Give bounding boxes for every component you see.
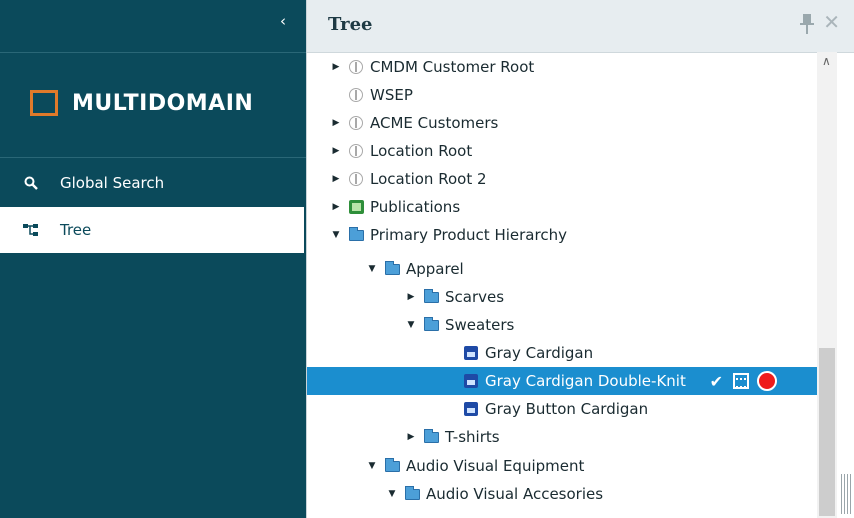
collapse-icon[interactable]: ▼ (329, 228, 343, 242)
expand-icon[interactable]: ▶ (404, 290, 418, 304)
tree-row-label: WSEP (370, 86, 413, 104)
folder-icon (423, 428, 439, 445)
tree-row[interactable]: ▼ Sweaters (307, 311, 817, 339)
grid-icon[interactable] (733, 373, 749, 389)
tree-row[interactable]: ▼ Primary Product Hierarchy (307, 221, 817, 249)
tree-row[interactable]: ▶ CMDM Customer Root (307, 53, 817, 81)
sidebar: ‹ MULTIDOMAIN Global Search Tree (0, 0, 306, 518)
scroll-thumb[interactable] (819, 348, 835, 516)
tree-row[interactable]: ▶ T-shirts (307, 423, 817, 451)
cube-icon (348, 87, 364, 103)
row-actions: ✔ (710, 371, 777, 391)
cube-icon (348, 143, 364, 159)
search-icon (22, 176, 40, 190)
tree-row-label: Publications (370, 198, 461, 216)
product-icon (463, 373, 479, 389)
tree-row-label: Audio Visual Accesories (426, 485, 604, 503)
sidebar-divider (0, 52, 306, 53)
resize-handle-icon[interactable] (841, 474, 851, 514)
folder-icon (404, 485, 420, 502)
tree-row-label: Primary Product Hierarchy (370, 226, 567, 244)
tree-row[interactable]: WSEP (307, 81, 817, 109)
nav-item-tree[interactable]: Tree (0, 207, 304, 253)
tree-row-label: Audio Visual Equipment (406, 457, 585, 475)
tree-row-label: Gray Cardigan (485, 344, 594, 362)
check-icon[interactable]: ✔ (710, 372, 723, 391)
folder-icon (423, 288, 439, 305)
scroll-up-icon[interactable]: ∧ (822, 54, 831, 68)
tree-row-label: Gray Button Cardigan (485, 400, 649, 418)
folder-icon (348, 226, 364, 243)
tree-row-label: Gray Cardigan Double-Knit (485, 372, 686, 390)
tree-row[interactable]: ▶ Location Root 2 (307, 165, 817, 193)
expand-icon[interactable]: ▶ (329, 116, 343, 130)
nav-label: Tree (60, 221, 92, 239)
tree-row[interactable]: ▶ Location Root (307, 137, 817, 165)
close-icon[interactable]: ✕ (823, 10, 840, 34)
tree-row-label: ACME Customers (370, 114, 499, 132)
publication-icon (348, 199, 364, 215)
tree-panel: Tree ✕ ▶ CMDM Customer Root WSEP ▶ ACME Cust… (306, 0, 854, 518)
nav-item-global-search[interactable]: Global Search (0, 160, 304, 206)
tree-row-label: Location Root (370, 142, 473, 160)
product-icon (463, 401, 479, 417)
sidebar-divider (0, 157, 306, 158)
brand-name: MULTIDOMAIN (72, 90, 254, 116)
chevron-left-icon[interactable]: ‹ (280, 12, 286, 30)
tree-row-label: CMDM Customer Root (370, 58, 535, 76)
tree-row-label: T-shirts (445, 428, 500, 446)
tree-row[interactable]: Gray Cardigan (307, 339, 817, 367)
nav-label: Global Search (60, 174, 165, 192)
tree-row[interactable]: Gray Button Cardigan (307, 395, 817, 423)
cube-icon (348, 59, 364, 75)
collapse-icon[interactable]: ▼ (365, 459, 379, 473)
tree-row[interactable]: ▶ Scarves (307, 283, 817, 311)
folder-icon (384, 457, 400, 474)
expand-icon[interactable]: ▶ (329, 144, 343, 158)
collapse-icon[interactable]: ▼ (385, 487, 399, 501)
tree-row[interactable]: ▼ Audio Visual Accesories (307, 480, 817, 508)
expand-icon[interactable]: ▶ (329, 60, 343, 74)
collapse-icon[interactable]: ▼ (404, 318, 418, 332)
collapse-icon[interactable]: ▼ (365, 262, 379, 276)
cube-icon (348, 115, 364, 131)
tree-row[interactable]: ▶ Publications (307, 193, 817, 221)
logo-mark-icon (30, 90, 58, 116)
expand-icon[interactable]: ▶ (329, 200, 343, 214)
logo: MULTIDOMAIN (30, 90, 253, 116)
cube-icon (348, 171, 364, 187)
panel-title: Tree (328, 14, 373, 35)
expand-icon[interactable]: ▶ (329, 172, 343, 186)
panel-header: Tree ✕ (307, 0, 854, 53)
folder-icon (423, 316, 439, 333)
status-dot-icon (757, 371, 777, 391)
tree-row-label: Location Root 2 (370, 170, 487, 188)
tree-row-label: Scarves (445, 288, 505, 306)
tree-row[interactable]: ▼ Apparel (307, 255, 817, 283)
product-icon (463, 345, 479, 361)
tree-icon (22, 223, 40, 237)
tree-row-label: Apparel (406, 260, 464, 278)
expand-icon[interactable]: ▶ (404, 430, 418, 444)
vertical-scrollbar[interactable]: ∧ (817, 52, 837, 518)
tree-row-label: Sweaters (445, 316, 515, 334)
folder-icon (384, 260, 400, 277)
tree-view: ▶ CMDM Customer Root WSEP ▶ ACME Customers ▶ L… (307, 52, 817, 518)
tree-row[interactable]: ▶ ACME Customers (307, 109, 817, 137)
tree-row[interactable]: ▼ Audio Visual Equipment (307, 452, 817, 480)
pin-icon[interactable] (800, 13, 814, 39)
tree-row-selected[interactable]: Gray Cardigan Double-Knit ✔ (307, 367, 817, 395)
